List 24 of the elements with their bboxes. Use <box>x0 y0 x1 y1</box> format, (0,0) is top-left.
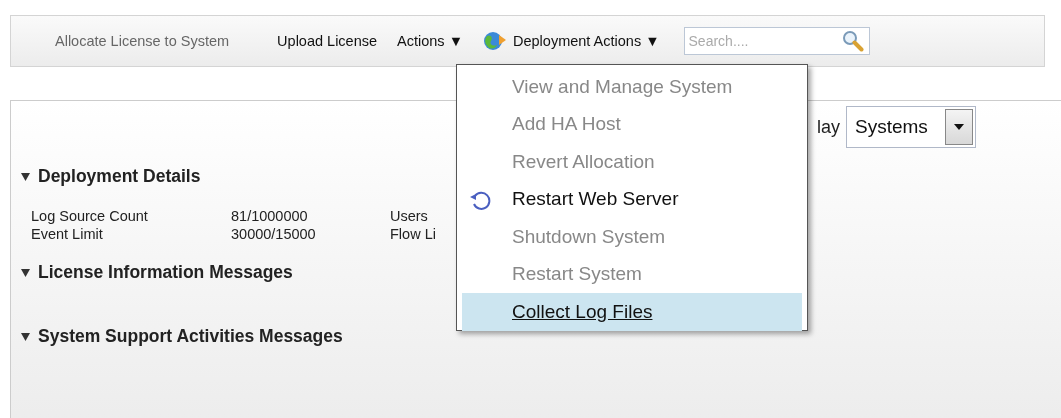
field-label: Event Limit <box>31 225 104 243</box>
collapse-icon[interactable] <box>21 267 30 277</box>
field-value: 30000/15000 <box>231 225 317 243</box>
toolbar-link[interactable]: Upload License <box>277 33 378 49</box>
menu-button[interactable]: Deployment Actions ▼ <box>483 30 660 52</box>
field-label: Flow Li <box>390 225 437 243</box>
search-field[interactable]: Search.... <box>683 27 870 55</box>
field-label: Log Source Count <box>31 207 149 225</box>
caret-icon <box>954 124 964 130</box>
refresh-icon <box>469 189 491 210</box>
field-value: 81/1000000 <box>231 207 309 225</box>
section-title: Deployment Details <box>38 165 201 187</box>
search-icon[interactable] <box>841 30 864 52</box>
menu-button[interactable]: Actions ▼ <box>397 33 463 49</box>
section-title: License Information Messages <box>38 261 293 283</box>
display-select[interactable]: Systems <box>846 106 976 148</box>
menu-item[interactable]: Restart Web Server <box>462 180 802 218</box>
collapse-icon[interactable] <box>21 171 30 181</box>
collapse-icon[interactable] <box>21 331 30 341</box>
menu-item[interactable]: Collect Log Files <box>462 293 802 331</box>
section-title: System Support Activities Messages <box>38 325 343 347</box>
field-label: Users <box>390 207 429 225</box>
display-label: lay <box>817 116 840 138</box>
globe-icon <box>483 30 507 52</box>
